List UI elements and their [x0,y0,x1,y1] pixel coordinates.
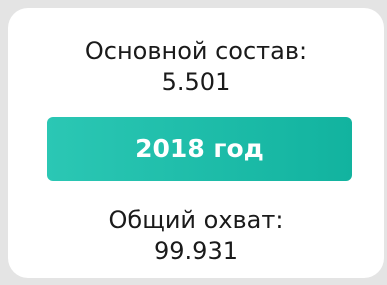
core-team-label: Основной состав: [84,37,308,65]
stats-card: Основной состав: 5.501 2018 год Общий ох… [8,8,384,278]
total-reach-label: Общий охват: [108,206,284,234]
year-2018-button[interactable]: 2018 год [47,117,352,181]
year-button-label: 2018 год [135,134,264,163]
total-reach-value: 99.931 [154,237,238,265]
core-team-value: 5.501 [161,68,231,96]
